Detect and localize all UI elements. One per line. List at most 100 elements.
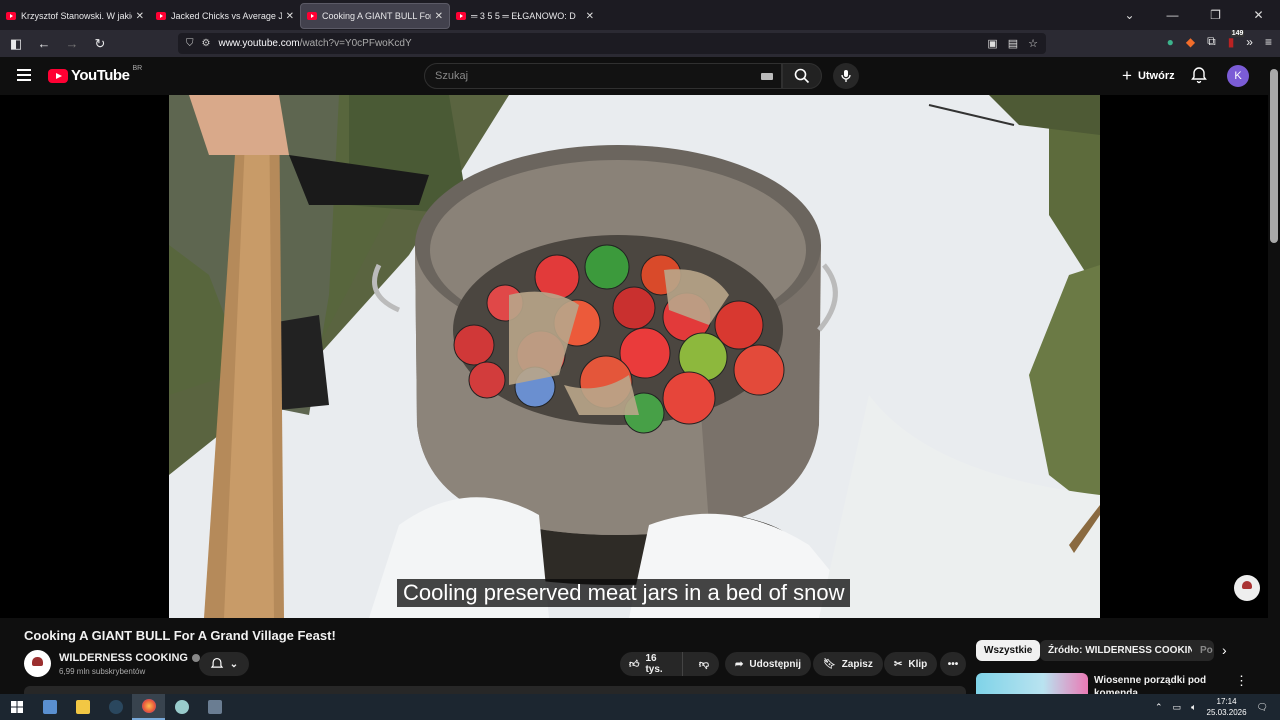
browser-tab[interactable]: ═ 3 5 5 ═ EŁGANOWO: D ✕ [450, 3, 600, 29]
video-still-image [169, 95, 1100, 618]
minimize-icon[interactable]: — [1151, 8, 1194, 22]
browser-tab-active[interactable]: Cooking A GIANT BULL For A G ✕ [300, 3, 450, 29]
clip-button[interactable]: ✂ Klip [884, 652, 938, 676]
recommendation-thumbnail[interactable] [976, 673, 1088, 695]
site-permissions-icon[interactable]: ⚙ [202, 38, 211, 49]
notifications-bell-icon[interactable] [1190, 66, 1208, 84]
extensions-icon[interactable]: ⧉ [1207, 34, 1216, 49]
sidebar-toggle-icon[interactable]: ◧ [4, 36, 28, 52]
more-dots-icon: ••• [947, 658, 959, 670]
network-icon[interactable]: ▭ [1173, 702, 1182, 713]
forward-icon[interactable]: → [60, 36, 84, 51]
close-tab-icon[interactable]: ✕ [136, 11, 144, 22]
browser-navbar: ◧ ← → ↻ ⛉ ⚙ www.youtube.com/watch?v=Y0cP… [0, 29, 1280, 57]
search-input[interactable]: Szukaj [424, 63, 782, 89]
chevron-down-icon: ⌄ [229, 658, 239, 670]
clock[interactable]: 17:14 25.03.2026 [1207, 696, 1247, 718]
channel-name[interactable]: WILDERNESS COOKING [59, 652, 200, 664]
vpn-extension-icon[interactable]: ● [1167, 35, 1174, 49]
more-actions-button[interactable]: ••• [940, 652, 966, 676]
dislike-button[interactable]: 👎︎ [689, 658, 719, 670]
like-button[interactable]: 👍︎ 16 tys. [620, 652, 683, 676]
microphone-icon [841, 70, 851, 82]
windows-logo-icon [10, 701, 23, 713]
youtube-favicon-icon [156, 12, 166, 20]
youtube-header: YouTube BR Szukaj + Utwórz K [0, 57, 1280, 95]
reload-icon[interactable]: ↻ [88, 36, 112, 52]
create-label: Utwórz [1137, 70, 1175, 82]
create-button[interactable]: + Utwórz [1114, 64, 1183, 88]
back-icon[interactable]: ← [32, 36, 56, 51]
pip-icon[interactable]: ▣ [987, 37, 997, 50]
channel-watermark-icon[interactable] [1234, 575, 1260, 601]
url-path: /watch?v=Y0cPFwoKcdY [299, 38, 412, 49]
taskbar-app-explorer[interactable] [66, 694, 99, 720]
account-avatar[interactable]: K [1227, 65, 1249, 87]
tab-title: Jacked Chicks vs Average Joes | [171, 11, 282, 21]
save-button[interactable]: 🔖︎ Zapisz [813, 652, 883, 676]
subscription-notifications-button[interactable]: ⌄ [199, 652, 249, 676]
overflow-menu-icon[interactable]: » [1246, 35, 1253, 49]
search-icon [794, 68, 810, 84]
chip-source-channel[interactable]: Źródło: WILDERNESS COOKING [1040, 640, 1211, 661]
volume-icon[interactable]: 🔈︎ [1191, 702, 1196, 713]
youtube-logo[interactable]: YouTube BR [48, 65, 142, 84]
windows-taskbar: ⌃ ▭ 🔈︎ 17:14 25.03.2026 🗨︎ [0, 694, 1280, 720]
share-button[interactable]: ➦ Udostępnij [725, 652, 812, 676]
scrollbar-thumb[interactable] [1270, 69, 1278, 243]
thumbs-down-icon: 👎︎ [698, 659, 709, 670]
close-tab-icon[interactable]: ✕ [586, 11, 594, 22]
tab-title: Krzysztof Stanowski. W jakiej sp [21, 11, 132, 21]
firefox-extension-icon[interactable]: ◆ [1186, 35, 1195, 49]
video-title: Cooking A GIANT BULL For A Grand Village… [24, 628, 336, 643]
chip-all[interactable]: Wszystkie [976, 640, 1041, 661]
taskbar-app-pc[interactable] [33, 694, 66, 720]
start-button[interactable] [0, 694, 33, 720]
description-box[interactable] [24, 686, 966, 694]
voice-search-button[interactable] [833, 63, 859, 89]
url-bar[interactable]: ⛉ ⚙ www.youtube.com/watch?v=Y0cPFwoKcdY … [178, 33, 1046, 54]
taskbar-app-firefox[interactable] [132, 694, 165, 720]
url-host: www.youtube.com [218, 38, 300, 49]
taskbar-app-calculator[interactable] [198, 694, 231, 720]
recommendation-menu-icon[interactable]: ⋮ [1235, 673, 1248, 689]
page-scrollbar[interactable] [1268, 57, 1280, 720]
reader-view-icon[interactable]: ▤ [1008, 37, 1018, 50]
browser-tab[interactable]: Jacked Chicks vs Average Joes | ✕ [150, 3, 300, 29]
tray-chevron-icon[interactable]: ⌃ [1155, 702, 1163, 713]
browser-tab-strip: Krzysztof Stanowski. W jakiej sp ✕ Jacke… [0, 0, 1280, 30]
video-player[interactable]: Cooling preserved meat jars in a bed of … [0, 95, 1268, 618]
channel-name-text: WILDERNESS COOKING [59, 652, 188, 664]
browser-tab[interactable]: Krzysztof Stanowski. W jakiej sp ✕ [0, 3, 150, 29]
chip-label: Źródło: WILDERNESS COOKING [1048, 645, 1203, 656]
bookmark-icon: 🔖︎ [823, 658, 836, 670]
video-frame[interactable] [169, 95, 1100, 618]
app-menu-icon[interactable]: ≡ [1265, 35, 1272, 49]
channel-avatar[interactable] [24, 650, 51, 677]
close-window-icon[interactable]: ✕ [1237, 8, 1280, 22]
chips-next-arrow-icon[interactable]: › [1222, 642, 1227, 658]
share-label: Udostępnij [749, 658, 802, 670]
steam-icon [108, 700, 123, 714]
close-tab-icon[interactable]: ✕ [286, 11, 294, 22]
chip-label: Wszystkie [984, 645, 1033, 656]
chip-partial[interactable]: Po [1192, 640, 1214, 661]
taskbar-app-steam[interactable] [99, 694, 132, 720]
chip-label: Po [1200, 645, 1213, 656]
share-arrow-icon: ➦ [735, 658, 744, 670]
taskbar-app-chrome-like[interactable] [165, 694, 198, 720]
guide-menu-icon[interactable] [17, 69, 31, 81]
like-dislike-group: 👍︎ 16 tys. 👎︎ [620, 652, 719, 676]
list-all-tabs-icon[interactable]: ⌄ [1108, 8, 1151, 22]
keyboard-icon[interactable] [761, 73, 773, 80]
maximize-icon[interactable]: ❐ [1194, 8, 1237, 22]
close-tab-icon[interactable]: ✕ [435, 11, 443, 22]
firefox-icon [141, 699, 156, 713]
scissors-icon: ✂ [894, 658, 903, 670]
search-button[interactable] [782, 63, 822, 89]
ublock-extension-icon[interactable]: ▮ 149 [1228, 29, 1245, 49]
clip-label: Klip [908, 658, 928, 670]
notifications-icon[interactable]: 🗨︎ [1257, 702, 1268, 713]
shield-icon[interactable]: ⛉ [186, 38, 194, 49]
bookmark-star-icon[interactable]: ☆ [1028, 37, 1038, 50]
